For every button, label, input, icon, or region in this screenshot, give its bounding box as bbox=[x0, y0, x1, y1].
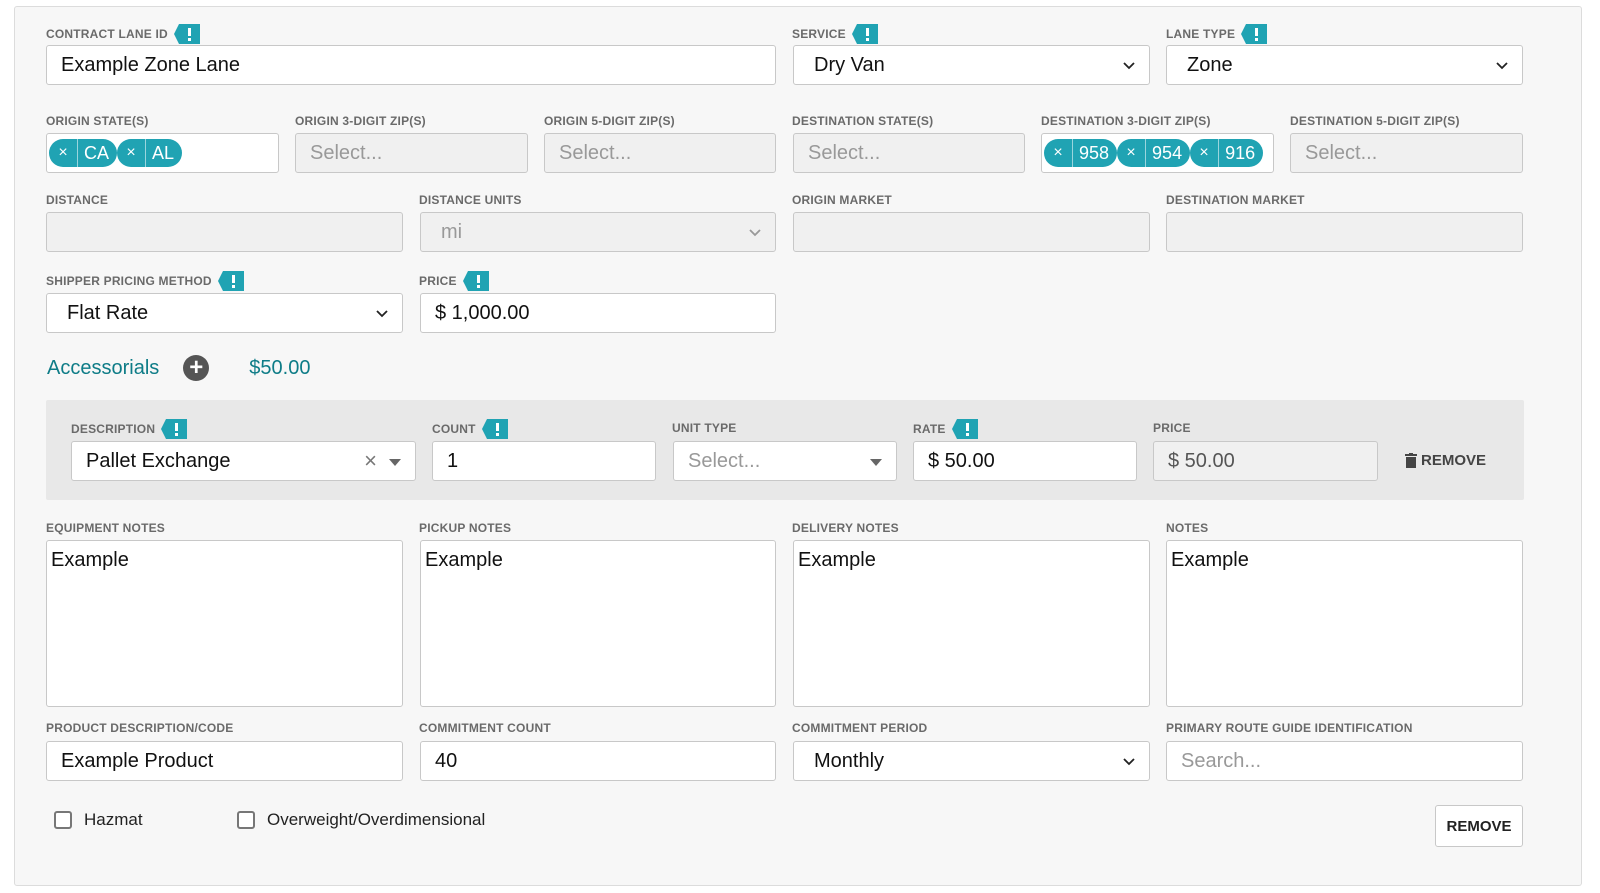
service-select[interactable]: Dry Van bbox=[793, 45, 1150, 85]
acc-unit-type-select[interactable]: Select... bbox=[673, 441, 897, 481]
required-flag-icon bbox=[161, 419, 188, 439]
distance-units-select[interactable]: mi bbox=[420, 212, 776, 252]
chevron-down-icon bbox=[376, 310, 388, 318]
lane-type-select[interactable]: Zone bbox=[1166, 45, 1523, 85]
commitment-count-label: COMMITMENT COUNT bbox=[419, 721, 551, 735]
accessorials-title[interactable]: Accessorials bbox=[47, 357, 159, 380]
delivery-notes-textarea[interactable]: Example bbox=[793, 540, 1150, 707]
remove-lane-button[interactable]: REMOVE bbox=[1435, 805, 1523, 847]
service-label: SERVICE bbox=[792, 24, 878, 44]
dest-zip-chip: × 916 bbox=[1190, 139, 1264, 167]
acc-price-input: $ 50.00 bbox=[1153, 441, 1378, 481]
hazmat-checkbox-row[interactable]: Hazmat bbox=[54, 810, 143, 830]
origin-state-chip: × CA bbox=[49, 139, 118, 167]
dest-3zip-multiselect[interactable]: × 958 × 954 × 916 bbox=[1041, 133, 1274, 173]
trash-icon bbox=[1405, 453, 1417, 468]
delivery-notes-label: DELIVERY NOTES bbox=[792, 521, 899, 535]
acc-remove-button[interactable]: REMOVE bbox=[1405, 452, 1486, 469]
equipment-notes-label: EQUIPMENT NOTES bbox=[46, 521, 166, 535]
hazmat-checkbox[interactable] bbox=[54, 811, 72, 829]
acc-price-label: PRICE bbox=[1153, 421, 1191, 435]
dest-3zip-label: DESTINATION 3-DIGIT ZIP(S) bbox=[1041, 114, 1211, 128]
acc-count-input[interactable]: 1 bbox=[432, 441, 656, 481]
dest-states-label: DESTINATION STATE(S) bbox=[792, 114, 934, 128]
acc-rate-input[interactable]: $ 50.00 bbox=[913, 441, 1137, 481]
chevron-down-icon bbox=[1123, 62, 1135, 70]
route-guide-label: PRIMARY ROUTE GUIDE IDENTIFICATION bbox=[1166, 721, 1413, 735]
caret-down-icon bbox=[870, 459, 882, 466]
required-flag-icon bbox=[462, 271, 489, 291]
dest-zip-chip: × 954 bbox=[1117, 139, 1191, 167]
commitment-period-label: COMMITMENT PERIOD bbox=[792, 721, 928, 735]
acc-unit-type-label: UNIT TYPE bbox=[672, 421, 737, 435]
chevron-down-icon bbox=[1496, 62, 1508, 70]
price-label: PRICE bbox=[419, 271, 489, 291]
notes-label: NOTES bbox=[1166, 521, 1209, 535]
pickup-notes-textarea[interactable]: Example bbox=[420, 540, 776, 707]
commitment-period-select[interactable]: Monthly bbox=[793, 741, 1150, 781]
required-flag-icon bbox=[851, 24, 878, 44]
origin-states-multiselect[interactable]: × CA × AL bbox=[46, 133, 279, 173]
distance-units-label: DISTANCE UNITS bbox=[419, 193, 522, 207]
acc-count-label: COUNT bbox=[432, 419, 508, 439]
pricing-method-select[interactable]: Flat Rate bbox=[46, 293, 403, 333]
add-circle-icon[interactable]: + bbox=[183, 355, 210, 381]
remove-chip-icon[interactable]: × bbox=[49, 139, 78, 167]
dest-states-select[interactable]: Select... bbox=[793, 133, 1025, 173]
destination-market-input[interactable] bbox=[1166, 212, 1523, 252]
overweight-checkbox-row[interactable]: Overweight/Overdimensional bbox=[237, 810, 485, 830]
origin-states-label: ORIGIN STATE(S) bbox=[46, 114, 149, 128]
price-input[interactable]: $ 1,000.00 bbox=[420, 293, 776, 333]
product-input[interactable]: Example Product bbox=[46, 741, 403, 781]
route-guide-search[interactable]: Search... bbox=[1166, 741, 1523, 781]
dest-5zip-label: DESTINATION 5-DIGIT ZIP(S) bbox=[1290, 114, 1460, 128]
product-label: PRODUCT DESCRIPTION/CODE bbox=[46, 721, 234, 735]
commitment-count-input[interactable]: 40 bbox=[420, 741, 776, 781]
caret-down-icon bbox=[389, 459, 401, 466]
contract-lane-id-input[interactable]: Example Zone Lane bbox=[46, 45, 776, 85]
clear-icon[interactable]: × bbox=[364, 448, 377, 474]
required-flag-icon bbox=[951, 419, 978, 439]
contract-lane-id-label: CONTRACT LANE ID bbox=[46, 24, 200, 44]
origin-market-label: ORIGIN MARKET bbox=[792, 193, 892, 207]
remove-chip-icon[interactable]: × bbox=[1190, 139, 1220, 167]
origin-5zip-label: ORIGIN 5-DIGIT ZIP(S) bbox=[544, 114, 675, 128]
required-flag-icon bbox=[173, 24, 200, 44]
remove-chip-icon[interactable]: × bbox=[117, 139, 147, 167]
destination-market-label: DESTINATION MARKET bbox=[1166, 193, 1305, 207]
lane-type-label: LANE TYPE bbox=[1166, 24, 1268, 44]
chevron-down-icon bbox=[1123, 758, 1135, 766]
required-flag-icon bbox=[217, 271, 244, 291]
chevron-down-icon bbox=[749, 229, 761, 237]
origin-market-input[interactable] bbox=[793, 212, 1150, 252]
notes-textarea[interactable]: Example bbox=[1166, 540, 1523, 707]
acc-description-select[interactable]: Pallet Exchange × bbox=[71, 441, 416, 481]
required-flag-icon bbox=[1241, 24, 1268, 44]
accessorials-total: $50.00 bbox=[249, 356, 311, 379]
dest-zip-chip: × 958 bbox=[1044, 139, 1118, 167]
distance-input[interactable] bbox=[46, 212, 403, 252]
origin-3zip-label: ORIGIN 3-DIGIT ZIP(S) bbox=[295, 114, 426, 128]
dest-5zip-select[interactable]: Select... bbox=[1290, 133, 1523, 173]
overweight-checkbox[interactable] bbox=[237, 811, 255, 829]
acc-description-label: DESCRIPTION bbox=[71, 419, 188, 439]
acc-rate-label: RATE bbox=[913, 419, 978, 439]
required-flag-icon bbox=[481, 419, 508, 439]
origin-state-chip: × AL bbox=[117, 139, 183, 167]
origin-3zip-select[interactable]: Select... bbox=[295, 133, 528, 173]
pricing-method-label: SHIPPER PRICING METHOD bbox=[46, 271, 244, 291]
remove-chip-icon[interactable]: × bbox=[1117, 139, 1147, 167]
equipment-notes-textarea[interactable]: Example bbox=[46, 540, 403, 707]
distance-label: DISTANCE bbox=[46, 193, 109, 207]
accessorials-header: Accessorials + $50.00 bbox=[47, 355, 310, 381]
pickup-notes-label: PICKUP NOTES bbox=[419, 521, 512, 535]
remove-chip-icon[interactable]: × bbox=[1044, 139, 1073, 167]
origin-5zip-select[interactable]: Select... bbox=[544, 133, 776, 173]
